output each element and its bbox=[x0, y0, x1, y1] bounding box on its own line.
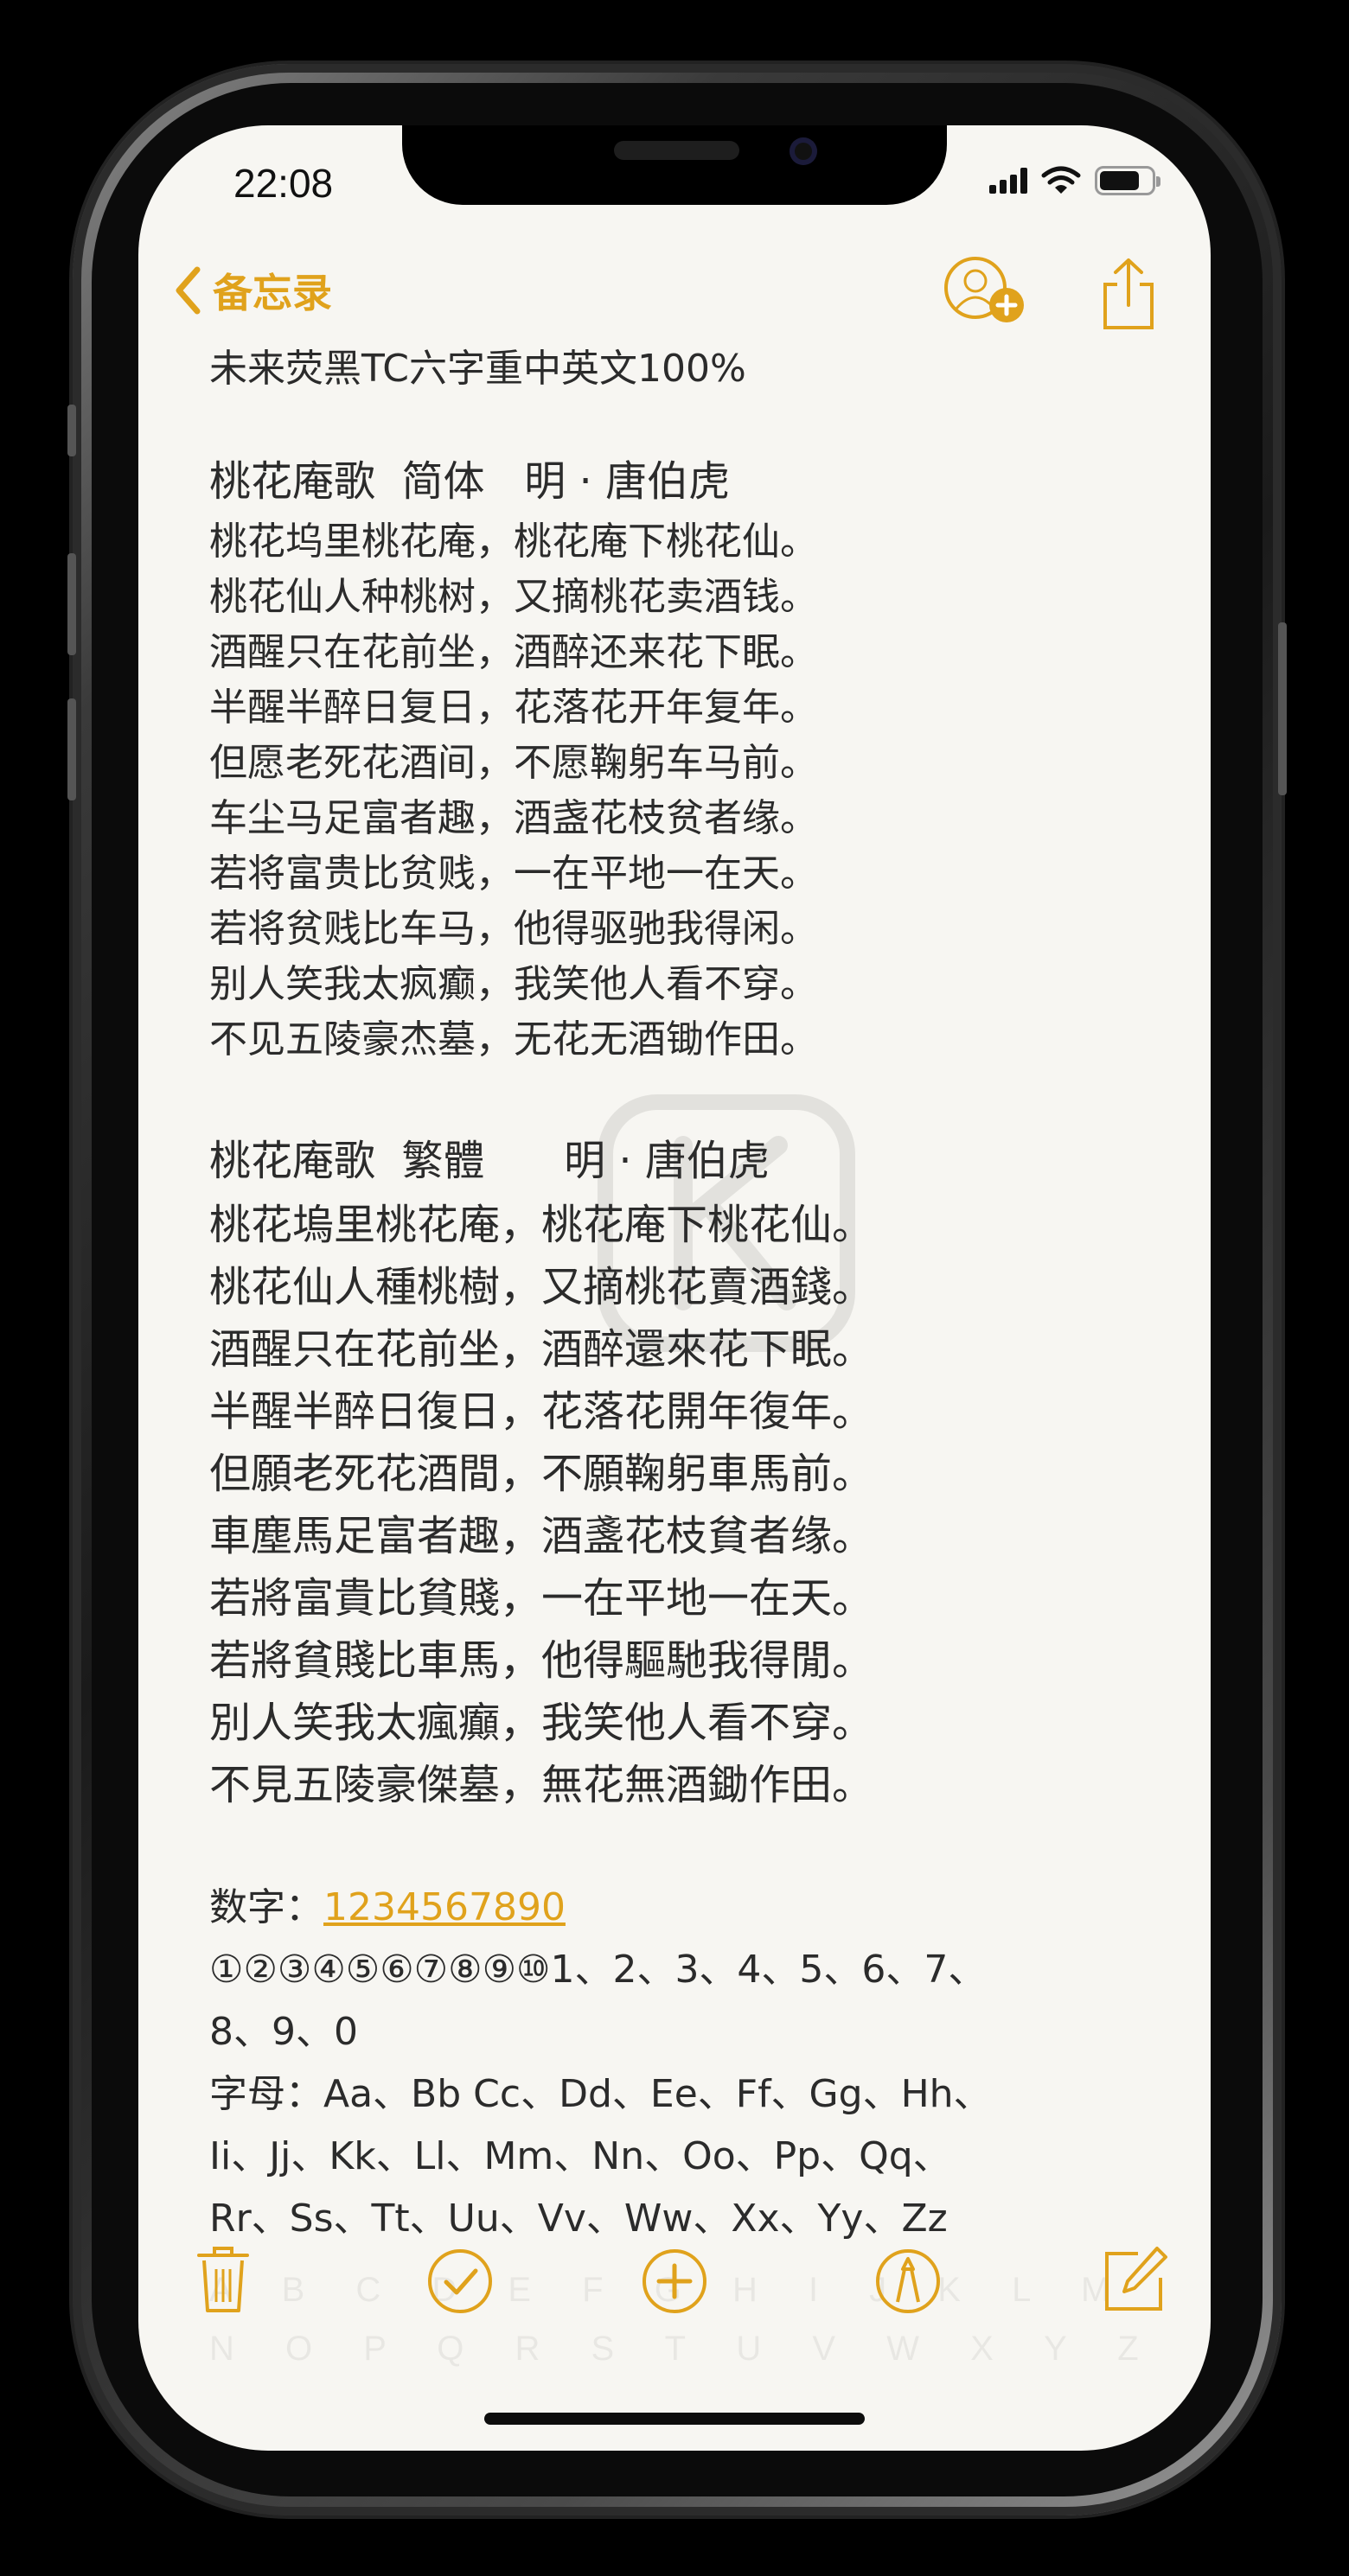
poem-line: 不見五陵豪傑墓，無花無酒鋤作田。 bbox=[209, 1761, 874, 1809]
poem-line: 桃花仙人种桃树，又摘桃花卖酒钱。 bbox=[209, 575, 818, 619]
note-header: 未来荧黑TC六字重中英文100% bbox=[209, 347, 746, 391]
home-indicator[interactable] bbox=[484, 2413, 865, 2425]
poem-line: 别人笑我太疯癫，我笑他人看不穿。 bbox=[209, 962, 818, 1006]
share-icon[interactable] bbox=[1098, 255, 1159, 333]
navigation-bar: 备忘录 bbox=[138, 255, 1211, 333]
checklist-icon[interactable] bbox=[425, 2247, 495, 2316]
numbers-link[interactable]: 1234567890 bbox=[323, 1885, 566, 1929]
notch bbox=[402, 125, 947, 205]
wifi-icon bbox=[1041, 166, 1081, 194]
poem-line: 桃花仙人種桃樹，又摘桃花賣酒錢。 bbox=[209, 1263, 874, 1311]
numbers-circled-line: ①②③④⑤⑥⑦⑧⑨⑩1、2、3、4、5、6、7、 bbox=[209, 1948, 987, 1992]
volume-down-button bbox=[67, 698, 76, 800]
poem-line: 酒醒只在花前坐，酒醉還來花下眠。 bbox=[209, 1325, 874, 1374]
markup-pen-icon[interactable] bbox=[873, 2247, 943, 2316]
poem-line: 车尘马足富者趣，酒盏花枝贫者缘。 bbox=[209, 796, 818, 840]
status-time: 22:08 bbox=[233, 161, 334, 206]
simplified-poem: 桃花坞里桃花庵，桃花庵下桃花仙。 桃花仙人种桃树，又摘桃花卖酒钱。 酒醒只在花前… bbox=[209, 514, 1152, 1068]
poem-line: 若將貧賤比車馬，他得驅馳我得閒。 bbox=[209, 1636, 874, 1685]
add-person-icon[interactable] bbox=[943, 255, 1029, 328]
poem-line: 桃花塢里桃花庵，桃花庵下桃花仙。 bbox=[209, 1201, 874, 1249]
numbers-tail-line: 8、9、0 bbox=[209, 2010, 358, 2054]
simplified-title: 桃花庵歌 简体 明 · 唐伯虎 bbox=[209, 457, 731, 506]
numbers-row: 数字：1234567890 bbox=[209, 1877, 1152, 1939]
back-button[interactable]: 备忘录 bbox=[173, 262, 332, 319]
traditional-poem: 桃花塢里桃花庵，桃花庵下桃花仙。 桃花仙人種桃樹，又摘桃花賣酒錢。 酒醒只在花前… bbox=[209, 1194, 1152, 1816]
chevron-left-icon bbox=[176, 266, 201, 315]
numbers-label: 数字： bbox=[209, 1885, 323, 1929]
poem-line: 但愿老死花酒间，不愿鞠躬车马前。 bbox=[209, 741, 818, 785]
trash-icon[interactable] bbox=[195, 2245, 251, 2314]
traditional-title: 桃花庵歌 繁體 明 · 唐伯虎 bbox=[209, 1137, 770, 1185]
letters-line-1: 字母：Aa、Bb Cc、Dd、Ee、Ff、Gg、Hh、 bbox=[209, 2072, 992, 2116]
phone-screen: 22:08 备忘录 未来荧黑TC六字重中英文100% 桃花庵歌 简体 明 · 唐… bbox=[138, 125, 1211, 2451]
earpiece-speaker bbox=[614, 141, 739, 160]
power-button bbox=[1278, 622, 1287, 795]
volume-up-button bbox=[67, 553, 76, 655]
poem-line: 半醒半醉日复日，花落花开年复年。 bbox=[209, 685, 818, 730]
compose-icon[interactable] bbox=[1100, 2245, 1169, 2314]
bottom-toolbar bbox=[138, 2245, 1211, 2340]
poem-line: 酒醒只在花前坐，酒醉还来花下眠。 bbox=[209, 630, 818, 674]
status-icons bbox=[989, 163, 1160, 198]
poem-line: 別人笑我太瘋癲，我笑他人看不穿。 bbox=[209, 1699, 874, 1747]
poem-line: 但願老死花酒間，不願鞠躬車馬前。 bbox=[209, 1450, 874, 1498]
front-camera bbox=[790, 137, 817, 165]
note-body[interactable]: 未来荧黑TC六字重中英文100% 桃花庵歌 简体 明 · 唐伯虎 桃花坞里桃花庵… bbox=[209, 341, 1152, 2250]
poem-line: 桃花坞里桃花庵，桃花庵下桃花仙。 bbox=[209, 520, 818, 564]
letters-line-3: Rr、Ss、Tt、Uu、Vv、Ww、Xx、Yy、Zz bbox=[209, 2197, 948, 2241]
poem-line: 若将富贵比贫贱，一在平地一在天。 bbox=[209, 851, 818, 896]
mute-switch bbox=[67, 405, 76, 456]
poem-line: 半醒半醉日復日，花落花開年復年。 bbox=[209, 1387, 874, 1436]
poem-line: 車塵馬足富者趣，酒盞花枝貧者缘。 bbox=[209, 1512, 874, 1560]
add-icon[interactable] bbox=[640, 2247, 709, 2316]
back-label: 备忘录 bbox=[213, 270, 332, 316]
poem-line: 若將富貴比貧賤，一在平地一在天。 bbox=[209, 1574, 874, 1623]
poem-line: 不见五陵豪杰墓，无花无酒锄作田。 bbox=[209, 1017, 818, 1062]
poem-line: 若将贫贱比车马，他得驱驰我得闲。 bbox=[209, 907, 818, 951]
cellular-signal-icon bbox=[989, 168, 1027, 194]
letters-line-2: Ii、Jj、Kk、Ll、Mm、Nn、Oo、Pp、Qq、 bbox=[209, 2134, 951, 2178]
battery-icon bbox=[1095, 166, 1160, 195]
